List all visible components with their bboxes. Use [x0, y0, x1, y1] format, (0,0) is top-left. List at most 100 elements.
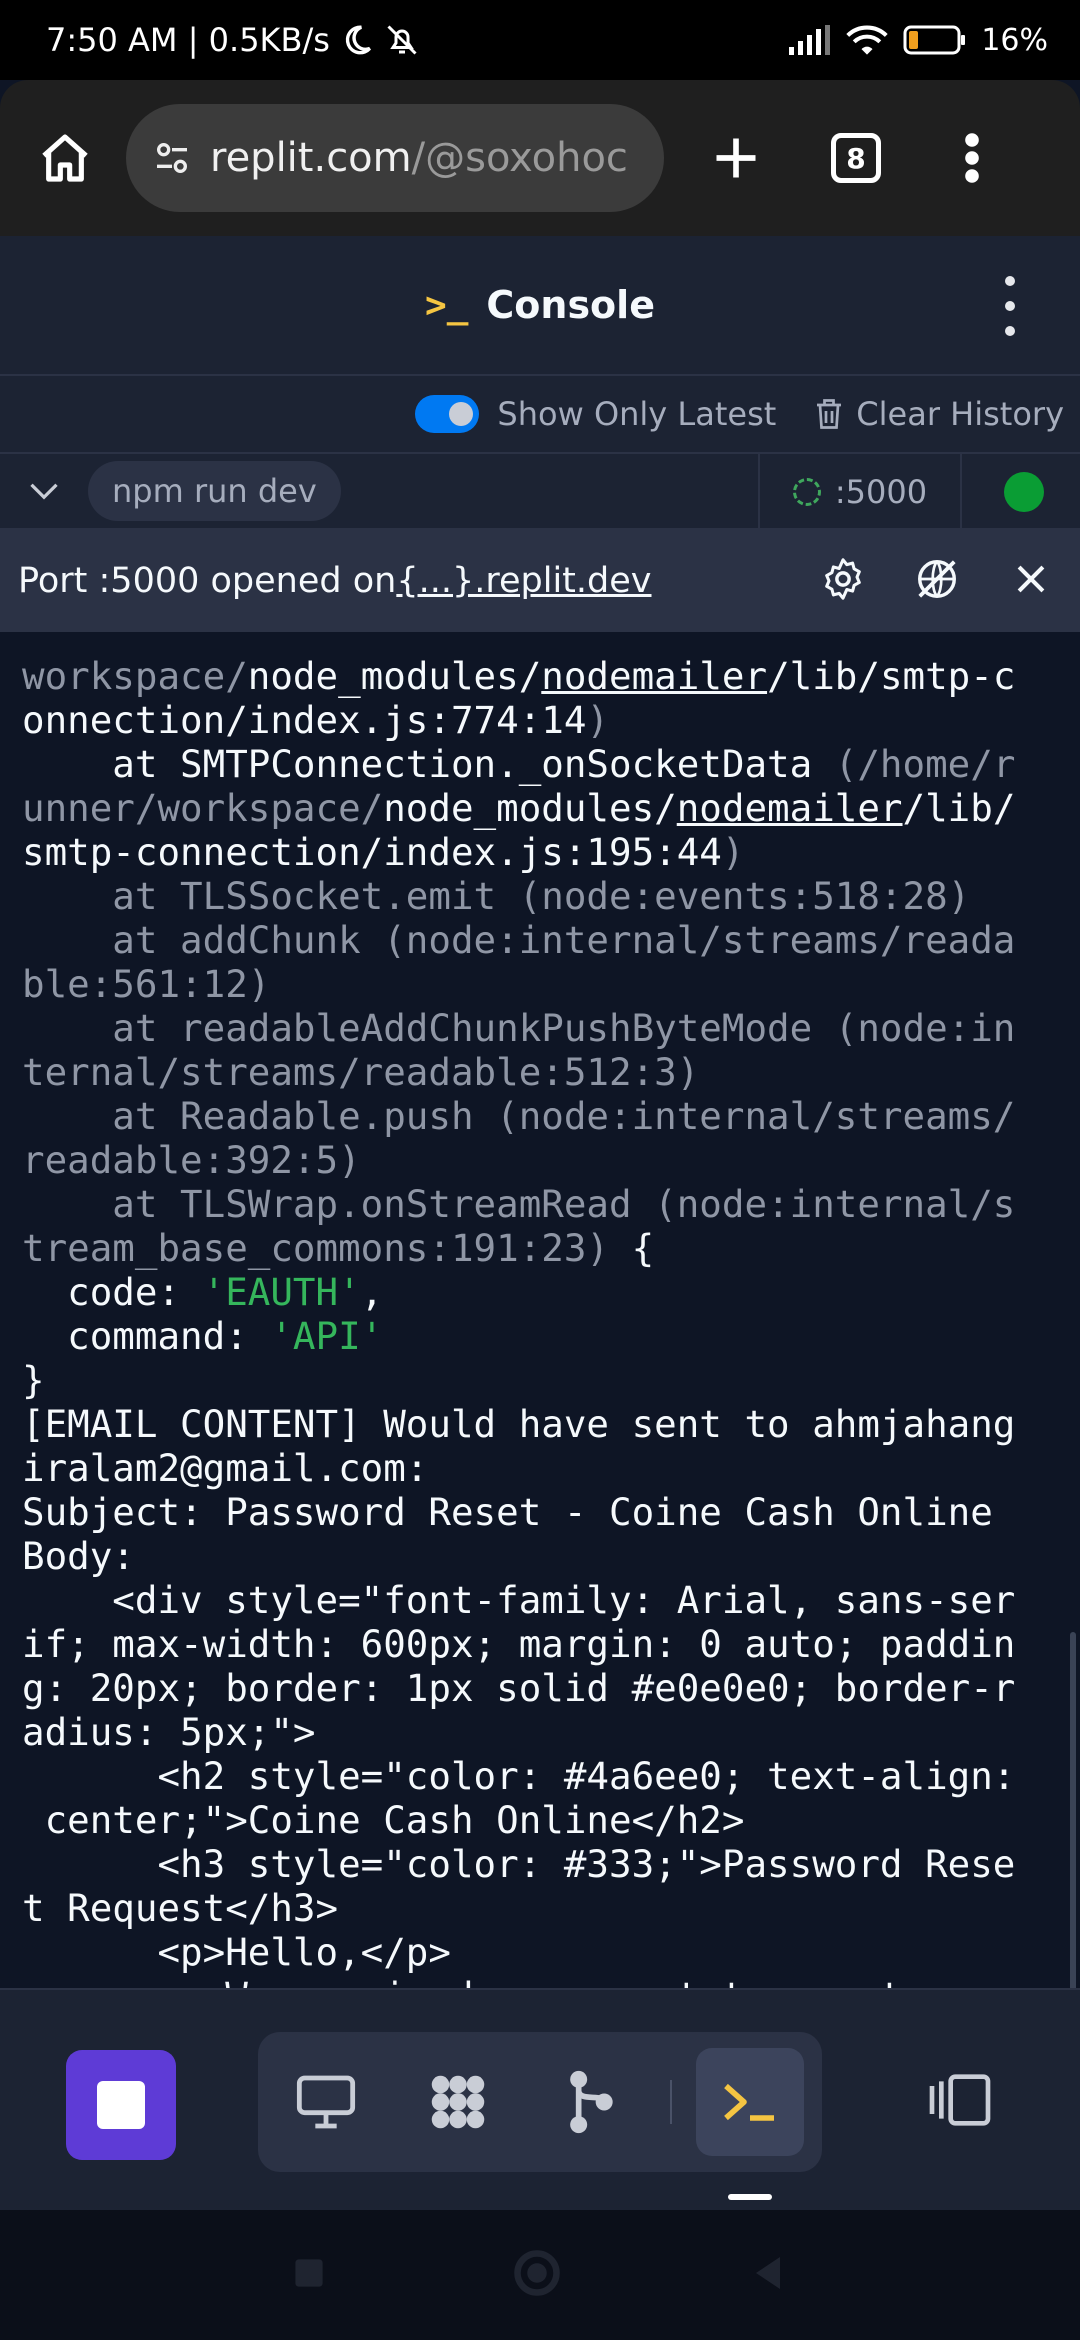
status-bar: 7:50 AM | 0.5KB/s 16%	[0, 0, 1080, 80]
console-line: at Readable.push (node:internal/streams/	[22, 1094, 1016, 1138]
show-only-latest-toggle[interactable]	[415, 395, 480, 433]
close-icon[interactable]	[1004, 552, 1058, 606]
home-icon	[42, 134, 88, 182]
console-line: ble:561:12)	[22, 962, 271, 1006]
plus-icon	[716, 138, 756, 178]
clear-history-button[interactable]: Clear History	[814, 395, 1064, 433]
loading-icon	[792, 478, 821, 506]
battery-icon	[903, 24, 967, 56]
show-only-latest-label: Show Only Latest	[497, 395, 777, 433]
console-line: at TLSWrap.onStreamRead (node:internal/s	[22, 1182, 1016, 1226]
grid-blob-icon	[431, 2075, 485, 2129]
console-line: if; max-width: 600px; margin: 0 auto; pa…	[22, 1622, 1016, 1666]
console-line: g: 20px; border: 1px solid #e0e0e0; bord…	[22, 1666, 1016, 1710]
port-banner-text: Port :5000 opened on	[18, 561, 397, 601]
scrollbar[interactable]	[1070, 1632, 1076, 1988]
console-tool[interactable]	[696, 2048, 804, 2156]
console-line: tream_base_commons:191:23) {	[22, 1226, 655, 1270]
console-header: >_ Console	[0, 236, 1080, 376]
console-line: workspace/node_modules/nodemailer/lib/sm…	[22, 654, 1016, 698]
terminal-icon	[724, 2083, 774, 2121]
bell-off-icon	[384, 22, 420, 58]
browser-toolbar: replit.com/@soxohoc 8	[0, 80, 1080, 236]
tool-divider	[670, 2080, 672, 2124]
signal-icon	[787, 25, 831, 55]
console-line: iralam2@gmail.com:	[22, 1446, 429, 1490]
console-line: at addChunk (node:internal/streams/reada	[22, 918, 1016, 962]
agent-tool[interactable]	[404, 2048, 512, 2156]
battery-percent: 16%	[981, 22, 1048, 58]
clear-history-label: Clear History	[856, 395, 1064, 433]
port-label: :5000	[834, 473, 928, 511]
square-icon	[295, 2259, 323, 2287]
git-branch-icon	[570, 2070, 613, 2134]
trash-icon	[817, 399, 842, 429]
tune-icon[interactable]	[152, 138, 192, 178]
console-options: Show Only Latest Clear History	[0, 376, 1080, 454]
panel-icon	[929, 2074, 991, 2126]
process-row: npm run dev :5000	[0, 454, 1080, 530]
console-line: t Request</h3>	[22, 1886, 339, 1930]
console-line: <h2 style="color: #4a6ee0; text-align:	[22, 1754, 1016, 1798]
eye-off-icon[interactable]	[910, 552, 964, 606]
panel-toggle-button[interactable]	[910, 2050, 1010, 2150]
browser-menu-button[interactable]	[932, 108, 1012, 208]
active-tab-indicator	[728, 2194, 772, 2200]
console-line: <p>We received a request to reset your	[22, 1974, 1058, 1988]
recents-button[interactable]	[292, 2256, 326, 2294]
wifi-icon	[845, 23, 889, 57]
url-bar[interactable]: replit.com/@soxohoc	[126, 104, 664, 212]
new-tab-button[interactable]	[686, 108, 786, 208]
console-line: at TLSSocket.emit (node:events:518:28)	[22, 874, 971, 918]
port-banner: Port :5000 opened on {...}.replit.dev	[0, 530, 1080, 632]
status-dot	[1004, 472, 1044, 512]
stop-icon	[97, 2081, 145, 2129]
console-title: >_ Console	[425, 283, 655, 327]
terminal-prompt-icon: >_	[425, 284, 469, 326]
console-line: <h3 style="color: #333;">Password Rese	[22, 1842, 1016, 1886]
tabs-button[interactable]: 8	[806, 108, 906, 208]
console-line: command: 'API'	[22, 1314, 384, 1358]
circle-icon	[514, 2250, 560, 2296]
git-tool[interactable]	[536, 2048, 644, 2156]
console-line: center;">Coine Cash Online</h2>	[22, 1798, 745, 1842]
back-triangle-icon	[755, 2257, 780, 2289]
tool-group	[258, 2032, 822, 2172]
run-command-pill[interactable]: npm run dev	[88, 461, 341, 521]
console-line: Body:	[22, 1534, 135, 1578]
console-line: ternal/streams/readable:512:3)	[22, 1050, 700, 1094]
console-line: Subject: Password Reset - Coine Cash Onl…	[22, 1490, 993, 1534]
stop-button[interactable]	[66, 2050, 176, 2160]
console-menu-button[interactable]	[1000, 276, 1020, 336]
url-text[interactable]: replit.com/@soxohoc	[210, 135, 628, 181]
console-output[interactable]: workspace/node_modules/nodemailer/lib/sm…	[0, 632, 1080, 1988]
console-line: at SMTPConnection._onSocketData (/home/r	[22, 742, 1016, 786]
console-line: adius: 5px;">	[22, 1710, 316, 1754]
home-nav-button[interactable]	[511, 2247, 563, 2303]
console-line: smtp-connection/index.js:195:44)	[22, 830, 745, 874]
collapse-button[interactable]	[0, 453, 88, 529]
status-time: 7:50 AM | 0.5KB/s	[46, 21, 330, 59]
more-vertical-icon	[965, 133, 979, 183]
port-indicator[interactable]: :5000	[758, 454, 962, 530]
moon-icon	[340, 23, 374, 57]
console-line: unner/workspace/node_modules/nodemailer/…	[22, 786, 1016, 830]
console-line: [EMAIL CONTENT] Would have sent to ahmja…	[22, 1402, 1016, 1446]
console-line: onnection/index.js:774:14)	[22, 698, 610, 742]
console-line: <p>Hello,</p>	[22, 1930, 451, 1974]
chevron-down-icon	[30, 483, 58, 500]
settings-icon[interactable]	[816, 552, 870, 606]
port-banner-link[interactable]: {...}.replit.dev	[396, 561, 651, 601]
back-button[interactable]	[748, 2253, 788, 2297]
console-title-text: Console	[486, 283, 655, 327]
home-button[interactable]	[20, 113, 110, 203]
monitor-icon	[296, 2075, 356, 2129]
console-line: <div style="font-family: Arial, sans-ser	[22, 1578, 1016, 1622]
console-line: }	[22, 1358, 45, 1402]
webview-tool[interactable]	[272, 2048, 380, 2156]
tab-count: 8	[831, 133, 881, 183]
console-line: at readableAddChunkPushByteMode (node:in	[22, 1006, 1016, 1050]
android-nav-bar	[0, 2210, 1080, 2340]
workspace-toolbar	[0, 1988, 1080, 2210]
console-line: code: 'EAUTH',	[22, 1270, 384, 1314]
